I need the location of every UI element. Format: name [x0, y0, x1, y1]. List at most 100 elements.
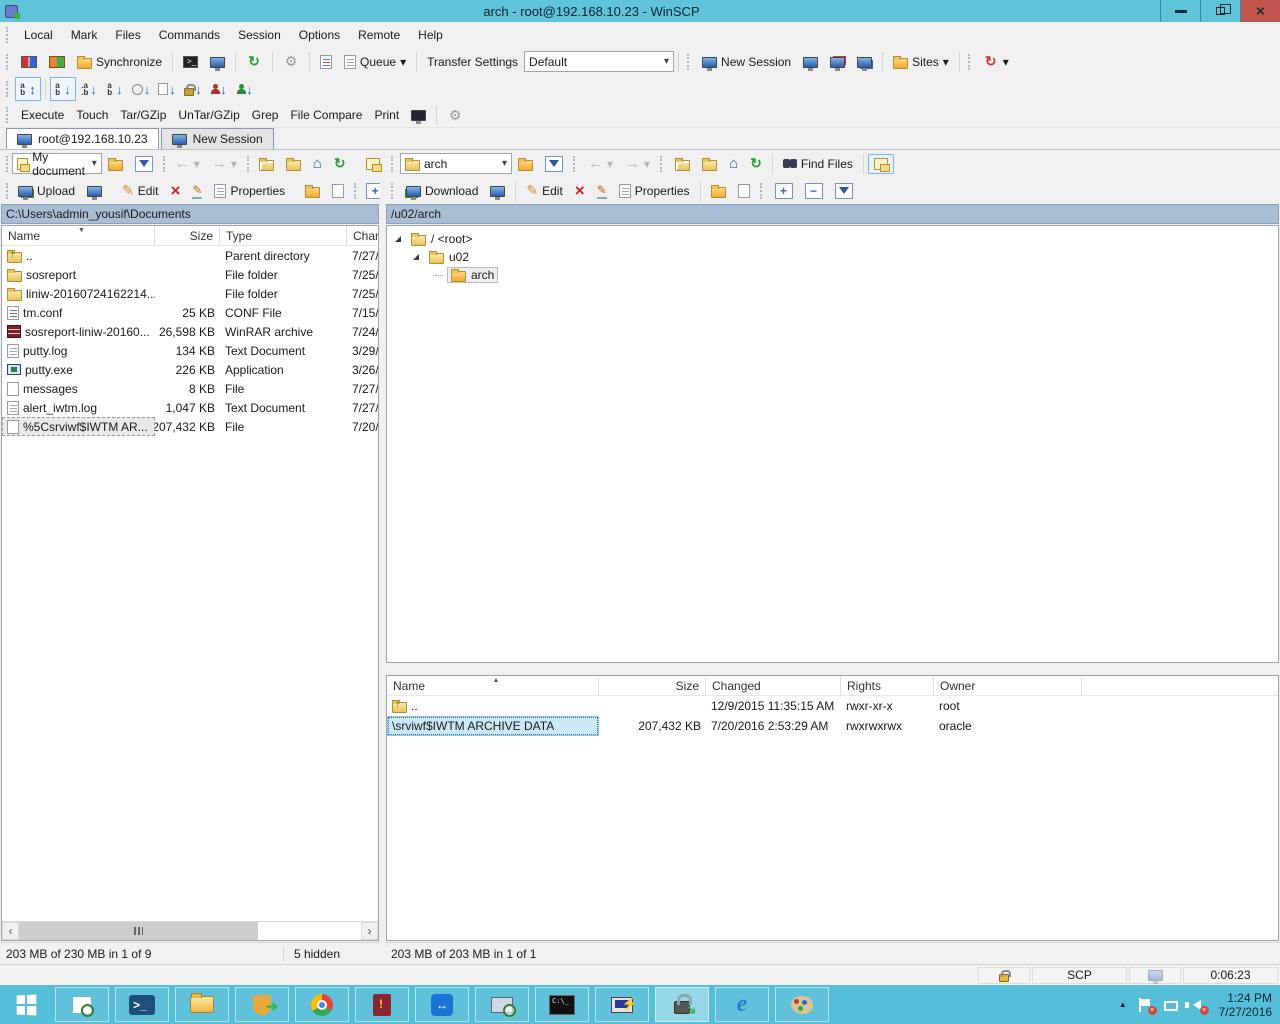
taskbar-internet-explorer[interactable]: e — [715, 987, 769, 1022]
remote-drive-combo[interactable]: arch ▾ — [400, 153, 512, 174]
menu-remote[interactable]: Remote — [349, 24, 409, 46]
column-header-name[interactable]: Name▲ — [387, 676, 599, 695]
swap-panels-button[interactable] — [43, 52, 71, 72]
menu-commands[interactable]: Commands — [150, 24, 229, 46]
taskbar-cmd[interactable]: C:\_ — [535, 987, 589, 1022]
column-header-rights[interactable]: Rights — [841, 676, 934, 695]
file-row[interactable]: .. 12/9/2015 11:35:15 AM rwxr-xr-x root — [387, 696, 1278, 716]
color-button[interactable]: ↻▾ — [977, 50, 1015, 74]
remote-back-button[interactable]: ←▾ — [582, 151, 619, 176]
remote-new-folder-button[interactable] — [705, 180, 732, 202]
protocol-status[interactable]: SCP — [1032, 967, 1127, 984]
taskbar-chrome[interactable] — [295, 987, 349, 1022]
taskbar-winscp-active[interactable] — [655, 987, 709, 1022]
start-button[interactable] — [0, 985, 52, 1024]
sort-by-name-button[interactable]: a b↓ — [50, 77, 76, 101]
restore-button[interactable] — [1200, 0, 1240, 22]
duplicate-session-button[interactable] — [797, 52, 824, 72]
network-icon[interactable] — [1163, 997, 1179, 1013]
column-header-size[interactable]: Size — [155, 226, 220, 245]
print-button[interactable]: Print — [368, 104, 405, 126]
session-tab-active[interactable]: root@192.168.10.23 — [6, 128, 159, 149]
tree-expander-icon[interactable] — [413, 254, 419, 260]
local-home-dir-button[interactable]: ⌂ — [307, 151, 328, 176]
taskbar-shield-app[interactable] — [235, 987, 289, 1022]
local-rename-button[interactable]: ✎ — [186, 179, 208, 203]
synchronize-button[interactable]: Synchronize — [71, 51, 168, 73]
taskbar-paint[interactable] — [775, 987, 829, 1022]
remote-rename-button[interactable]: ✎ — [591, 179, 613, 203]
remote-minus-button[interactable]: − — [799, 179, 829, 203]
local-parent-dir-button[interactable] — [253, 153, 280, 175]
column-header-size[interactable]: Size — [599, 676, 706, 695]
remote-select-filter-button[interactable] — [829, 179, 859, 203]
customize-commands-button[interactable]: ⚙ — [441, 103, 469, 127]
local-properties-button[interactable]: Properties — [208, 180, 291, 202]
file-row-selected[interactable]: %5Csrviwf$IWTM AR... 207,432 KB File 7/2… — [2, 417, 378, 436]
file-row-selected[interactable]: \srviwf$IWTM ARCHIVE DATA 207,432 KB 7/2… — [387, 716, 1278, 736]
taskbar-putty[interactable] — [595, 987, 649, 1022]
file-row[interactable]: .. Parent directory 7/27/2 — [2, 246, 378, 265]
tree-item-root[interactable]: / <root> — [389, 230, 1276, 248]
local-open-dir-button[interactable] — [102, 153, 129, 175]
grep-button[interactable]: Grep — [246, 104, 285, 126]
scroll-right-arrow[interactable]: › — [361, 922, 378, 940]
sites-button[interactable]: Sites▾ — [887, 51, 955, 73]
touch-button[interactable]: Touch — [70, 104, 114, 126]
sort-by-group-button[interactable]: ↓ — [232, 77, 258, 101]
show-hidden-icons-button[interactable]: ▲ — [1119, 1000, 1127, 1009]
sort-by-size-button[interactable]: ↓ — [154, 77, 180, 101]
sort-by-extension-button[interactable]: .a .b↓ — [76, 77, 102, 101]
menu-help[interactable]: Help — [409, 24, 452, 46]
remote-filter-button[interactable] — [539, 152, 569, 176]
column-header-owner[interactable]: Owner — [934, 676, 1082, 695]
volume-muted-icon[interactable]: × — [1189, 997, 1205, 1013]
menu-mark[interactable]: Mark — [62, 24, 107, 46]
encryption-status[interactable] — [978, 967, 1030, 984]
remote-forward-button[interactable]: →▾ — [619, 151, 656, 176]
remote-parent-dir-button[interactable] — [669, 153, 696, 175]
sort-ascending-button[interactable]: a b↕ — [15, 77, 41, 101]
remote-properties-button[interactable]: Properties — [613, 180, 696, 202]
download-button[interactable]: Download — [400, 180, 484, 202]
file-compare-button[interactable]: File Compare — [284, 104, 368, 126]
queue-button[interactable]: Queue▾ — [338, 51, 412, 73]
remote-open-dir-button[interactable] — [512, 153, 539, 175]
background-transfers-button[interactable] — [314, 51, 338, 73]
file-row[interactable]: alert_iwtm.log 1,047 KB Text Document 7/… — [2, 398, 378, 417]
remote-root-dir-button[interactable] — [696, 153, 723, 175]
column-header-name[interactable]: Name▼ — [2, 226, 155, 245]
transfer-settings-combo[interactable]: Default ▾ — [524, 51, 674, 72]
menu-session[interactable]: Session — [229, 24, 290, 46]
local-delete-button[interactable]: × — [164, 177, 186, 205]
untar-gzip-button[interactable]: UnTar/GZip — [172, 104, 245, 126]
remote-refresh-button[interactable]: ↻ — [744, 151, 768, 176]
local-status-hidden[interactable]: 5 hidden — [283, 947, 374, 961]
taskbar-powershell[interactable]: >_ — [115, 987, 169, 1022]
local-back-button[interactable]: ←▾ — [169, 151, 206, 176]
open-terminal-button[interactable]: >_ — [177, 52, 204, 72]
file-row[interactable]: liniw-20160724162214... File folder 7/25… — [2, 284, 378, 303]
tar-gzip-button[interactable]: Tar/GZip — [114, 104, 172, 126]
column-header-changed[interactable]: Changed — [706, 676, 841, 695]
open-putty-button[interactable] — [204, 52, 231, 72]
session-tab-new[interactable]: New Session — [161, 128, 274, 149]
local-path-bar[interactable]: C:\Users\admin_yousif\Documents — [1, 204, 379, 224]
sort-by-rights-button[interactable]: ↓ — [180, 77, 206, 101]
column-header-type[interactable]: Type — [220, 226, 347, 245]
remote-move-to-button[interactable] — [732, 180, 756, 202]
action-center-flag-icon[interactable]: × — [1137, 997, 1153, 1013]
close-session-button[interactable] — [824, 52, 851, 72]
taskbar-clock[interactable]: 1:24 PM 7/27/2016 — [1215, 991, 1272, 1019]
remote-delete-button[interactable]: × — [569, 177, 591, 205]
taskbar-file-explorer[interactable] — [175, 987, 229, 1022]
local-new-folder-button[interactable] — [299, 180, 326, 202]
tree-expander-icon[interactable] — [395, 236, 401, 242]
remote-path-bar[interactable]: /u02/arch — [386, 204, 1279, 224]
scroll-track[interactable] — [19, 922, 361, 940]
connection-status[interactable] — [1129, 967, 1181, 984]
local-forward-button[interactable]: →▾ — [206, 151, 243, 176]
file-row[interactable]: sosreport File folder 7/25/2 — [2, 265, 378, 284]
taskbar-search-tool[interactable] — [475, 987, 529, 1022]
preferences-button[interactable]: ⚙ — [277, 50, 305, 74]
